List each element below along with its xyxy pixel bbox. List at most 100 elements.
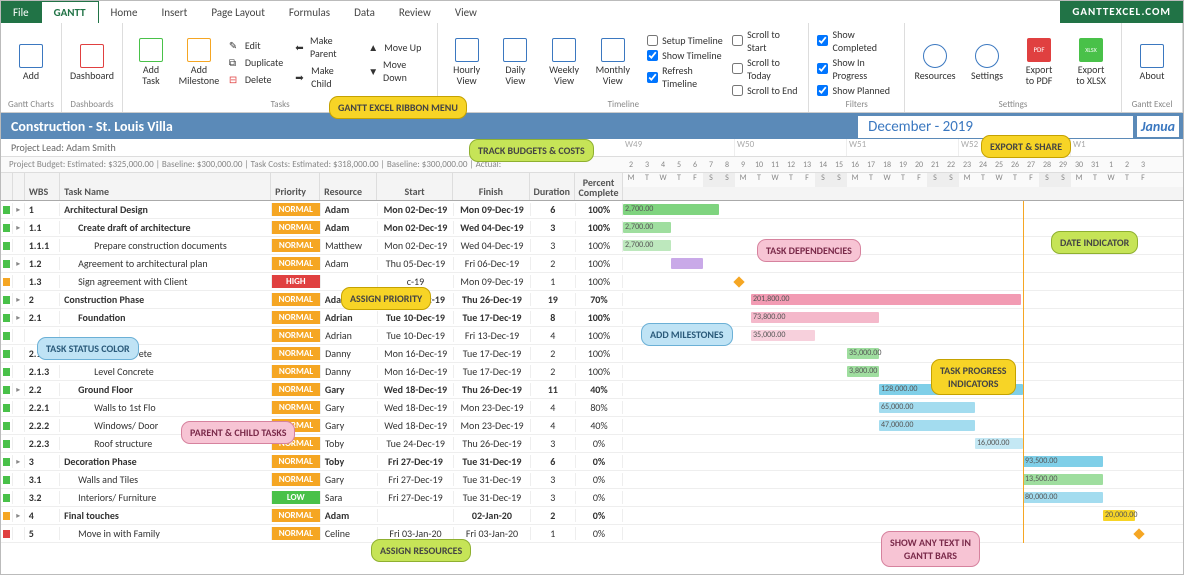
hourly-view-button[interactable]: Hourly View: [444, 27, 489, 97]
table-row[interactable]: ▸4Final touchesNORMALAdam02-Jan-2020%20,…: [1, 507, 1183, 525]
delete-button[interactable]: ⊟Delete: [225, 72, 287, 87]
gantt-bar[interactable]: 35,000.00: [847, 348, 879, 359]
today-indicator: [1023, 201, 1024, 543]
table-row[interactable]: 1.1.1Prepare construction documentsNORMA…: [1, 237, 1183, 255]
table-row[interactable]: 2.2.1Walls to 1st FloNORMALGaryWed 18-De…: [1, 399, 1183, 417]
callout-track-budgets: TRACK BUDGETS & COSTS: [469, 139, 594, 162]
move-up-button[interactable]: ▲Move Up: [364, 40, 431, 55]
up-icon: ▲: [368, 41, 380, 53]
tab-formulas[interactable]: Formulas: [277, 1, 342, 23]
tab-pagelayout[interactable]: Page Layout: [199, 1, 277, 23]
tab-home[interactable]: Home: [99, 1, 150, 23]
tab-review[interactable]: Review: [387, 1, 443, 23]
table-row[interactable]: 2.2.2Windows/ DoorNORMALGaryWed 18-Dec-1…: [1, 417, 1183, 435]
gantt-bar[interactable]: 13,500.00: [1023, 474, 1103, 485]
move-down-button[interactable]: ▼Move Down: [364, 57, 431, 85]
add-button[interactable]: Add: [7, 27, 55, 97]
make-parent-button[interactable]: ⬅Make Parent: [291, 33, 360, 61]
export-pdf-button[interactable]: PDFExport to PDF: [1015, 27, 1063, 97]
table-row[interactable]: ▸3Decoration PhaseNORMALTobyFri 27-Dec-1…: [1, 453, 1183, 471]
tab-file[interactable]: File: [1, 1, 41, 23]
add-milestone-button[interactable]: Add Milestone: [177, 27, 221, 97]
daily-view-button[interactable]: Daily View: [493, 27, 538, 97]
gantt-bar[interactable]: 3,800.00: [847, 366, 879, 377]
export-xlsx-button[interactable]: XLSXExport to XLSX: [1067, 27, 1115, 97]
group-timeline: Timeline: [444, 99, 802, 110]
gantt-bar[interactable]: 2,700.00: [623, 240, 671, 251]
dashboard-button[interactable]: Dashboard: [68, 27, 116, 97]
gear-icon: [975, 44, 999, 68]
add-task-button[interactable]: Add Task: [129, 27, 173, 97]
outdent-icon: ⬅: [295, 41, 306, 53]
gantt-bar[interactable]: 35,000.00: [751, 330, 815, 341]
table-row[interactable]: 2.2.3Roof structureNORMALTobyTue 24-Dec-…: [1, 435, 1183, 453]
group-settings: Settings: [911, 99, 1115, 110]
down-icon: ▼: [368, 65, 379, 77]
gantt-bar[interactable]: 2,700.00: [623, 222, 671, 233]
show-inprogress-check[interactable]: Show In Progress: [815, 56, 898, 82]
group-ganttexcel: Gantt Excel: [1128, 99, 1176, 110]
gantt-bar[interactable]: [671, 258, 703, 269]
callout-export-share: EXPORT & SHARE: [981, 135, 1071, 158]
table-row[interactable]: 3.1Walls and TilesNORMALGaryFri 27-Dec-1…: [1, 471, 1183, 489]
milestone-diamond[interactable]: [733, 276, 744, 287]
tab-data[interactable]: Data: [342, 1, 387, 23]
next-month-label: Janua: [1137, 116, 1179, 137]
weekly-view-button[interactable]: Weekly View: [542, 27, 587, 97]
tab-gantt[interactable]: GANTT: [41, 1, 99, 23]
table-row[interactable]: NORMALAdrianTue 10-Dec-19Fri 13-Dec-1941…: [1, 327, 1183, 345]
minus-icon: ⊟: [229, 73, 241, 85]
show-completed-check[interactable]: Show Completed: [815, 28, 898, 54]
scroll-start-check[interactable]: Scroll to Start: [730, 28, 802, 54]
edit-button[interactable]: ✎Edit: [225, 38, 287, 53]
gantt-bar[interactable]: 73,800.00: [751, 312, 879, 323]
gantt-bar[interactable]: 80,000.00: [1023, 492, 1103, 503]
indent-icon: ➡: [295, 71, 307, 83]
tab-insert[interactable]: Insert: [149, 1, 199, 23]
about-button[interactable]: About: [1128, 27, 1176, 97]
table-row[interactable]: ▸2.1FoundationNORMALAdrianTue 10-Dec-19T…: [1, 309, 1183, 327]
copy-icon: ⧉: [229, 56, 241, 68]
callout-show-text: SHOW ANY TEXT IN GANTT BARS: [881, 531, 980, 567]
callout-ribbon-menu: GANTT EXCEL RIBBON MENU: [329, 96, 467, 119]
tab-view[interactable]: View: [443, 1, 489, 23]
show-planned-check[interactable]: Show Planned: [815, 84, 898, 97]
resources-button[interactable]: Resources: [911, 27, 959, 97]
table-row[interactable]: ▸1.2Agreement to architectural planNORMA…: [1, 255, 1183, 273]
gantt-bar[interactable]: 201,800.00: [751, 294, 1021, 305]
ribbon: Add Gantt Charts Dashboard Dashboards Ad…: [1, 23, 1183, 113]
gantt-bar[interactable]: 16,000.00: [975, 438, 1023, 449]
gantt-bar[interactable]: 65,000.00: [879, 402, 975, 413]
callout-task-deps: TASK DEPENDENCIES: [757, 239, 861, 262]
table-row[interactable]: ▸2Construction PhaseNORMALAdamTue 10-Dec…: [1, 291, 1183, 309]
table-row[interactable]: 5Move in with FamilyNORMALCelineFri 03-J…: [1, 525, 1183, 543]
monthly-view-button[interactable]: Monthly View: [590, 27, 635, 97]
gantt-bar[interactable]: 47,000.00: [879, 420, 975, 431]
budget-row: Project Budget: Estimated: $325,000.00 |…: [1, 157, 1183, 173]
table-row[interactable]: ▸1Architectural DesignNORMALAdamMon 02-D…: [1, 201, 1183, 219]
callout-assign-priority: ASSIGN PRIORITY: [341, 287, 431, 310]
project-title: Construction - St. Louis Villa: [11, 118, 173, 135]
scroll-today-check[interactable]: Scroll to Today: [730, 56, 802, 82]
settings-button[interactable]: Settings: [963, 27, 1011, 97]
callout-assign-res: ASSIGN RESOURCES: [371, 539, 471, 562]
gantt-bar[interactable]: 93,500.00: [1023, 456, 1103, 467]
show-timeline-check[interactable]: Show Timeline: [645, 49, 726, 62]
scroll-end-check[interactable]: Scroll to End: [730, 84, 802, 97]
menu-bar: File GANTT Home Insert Page Layout Formu…: [1, 1, 1183, 23]
setup-timeline-check[interactable]: Setup Timeline: [645, 34, 726, 47]
refresh-timeline-check[interactable]: Refresh Timeline: [645, 64, 726, 90]
table-row[interactable]: 1.3Sign agreement with ClientHIGHc-19Mon…: [1, 273, 1183, 291]
callout-status-color: TASK STATUS COLOR: [37, 337, 139, 360]
project-lead: Adam Smith: [66, 141, 116, 154]
duplicate-button[interactable]: ⧉Duplicate: [225, 55, 287, 70]
table-row[interactable]: 3.2Interiors/ FurnitureLOWSaraFri 27-Dec…: [1, 489, 1183, 507]
gantt-bar[interactable]: 2,700.00: [623, 204, 719, 215]
gantt-bar[interactable]: 20,000.00: [1103, 510, 1135, 521]
table-row[interactable]: ▸1.1Create draft of architectureNORMALAd…: [1, 219, 1183, 237]
brand-label: GANTTEXCEL.COM: [1060, 1, 1183, 23]
milestone-diamond[interactable]: [1133, 528, 1144, 539]
callout-parent-child: PARENT & CHILD TASKS: [181, 421, 295, 444]
pencil-icon: ✎: [229, 39, 241, 51]
make-child-button[interactable]: ➡Make Child: [291, 63, 360, 91]
